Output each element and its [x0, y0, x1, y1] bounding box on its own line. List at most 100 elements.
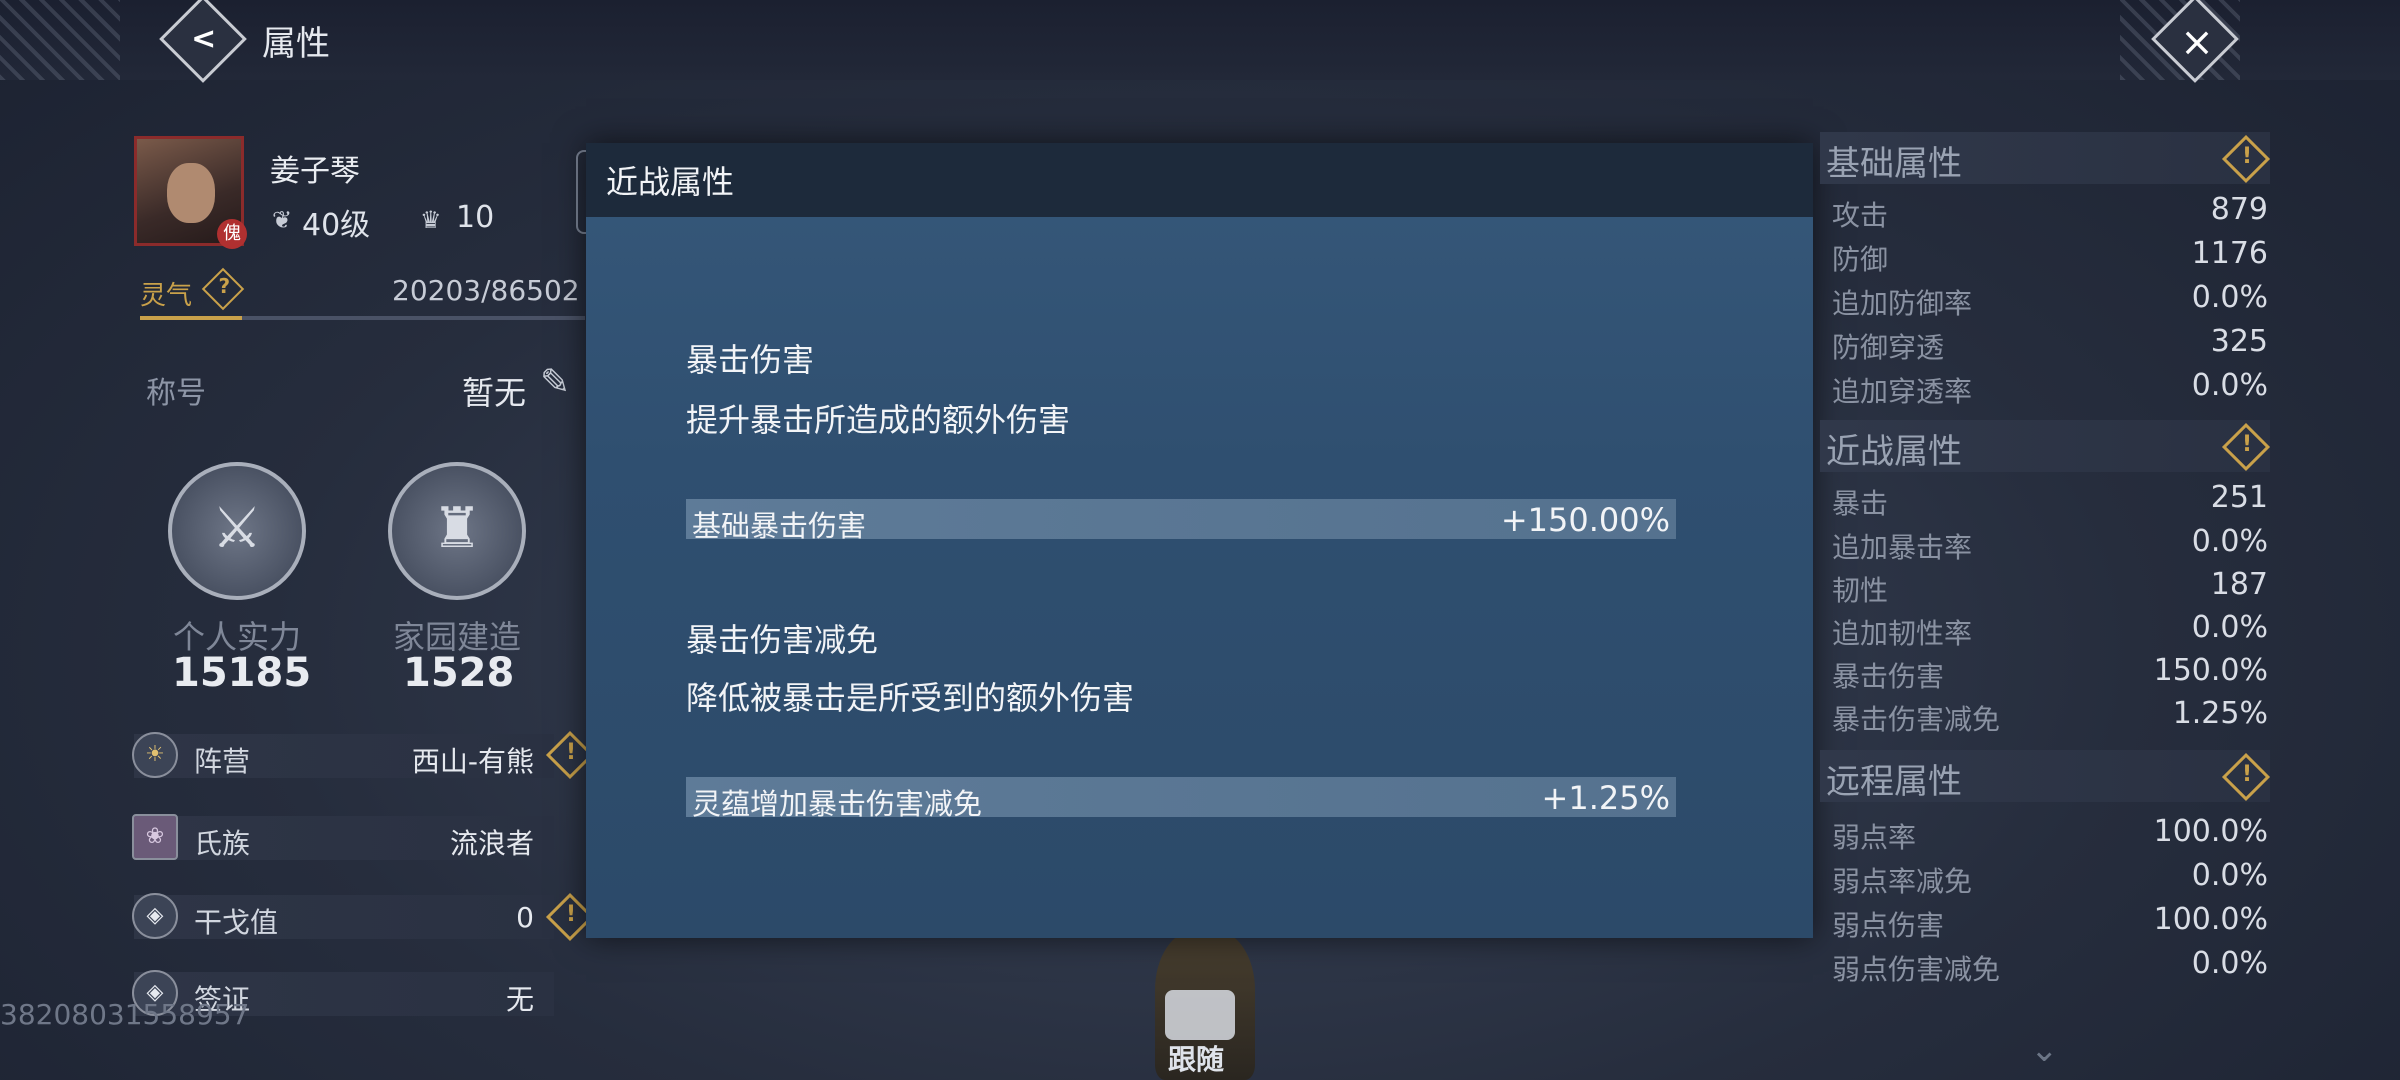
attr-value: 187	[2210, 567, 2268, 602]
crit-damage-title: 暴击伤害	[686, 341, 815, 379]
base-crit-damage-bar: 基础暴击伤害 +150.00%	[686, 499, 1676, 543]
chevron-left-icon: <	[191, 21, 217, 57]
close-icon: ×	[2180, 19, 2214, 66]
attr-row: 追加暴击率 0.0%	[1832, 524, 2268, 564]
attr-value: 0.0%	[2191, 858, 2268, 893]
crit-reduction-desc: 降低被暴击是所受到的额外伤害	[686, 679, 1135, 717]
edit-title-icon[interactable]: ✎	[540, 362, 570, 403]
attr-row: 追加防御率 0.0%	[1832, 280, 2268, 320]
attr-value: 150.0%	[2153, 653, 2268, 688]
stat-value: +1.25%	[1541, 779, 1670, 817]
player-id: 38208031558957	[0, 998, 250, 1031]
lingqi-help-button[interactable]: ?	[201, 267, 245, 311]
attr-value: 1.25%	[2172, 696, 2268, 731]
war-value-icon: ◈	[132, 893, 178, 939]
level-icon: ❦	[272, 206, 293, 234]
visa-value: 无	[505, 983, 534, 1016]
crit-reduction-title: 暴击伤害减免	[686, 621, 879, 659]
attr-value: 251	[2210, 480, 2268, 515]
attr-label: 追加穿透率	[1832, 375, 1973, 408]
chevron-down-icon: ⌄	[2030, 1030, 2059, 1070]
exclamation-icon: !	[2242, 432, 2253, 458]
crit-reduction-bar: 灵蕴增加暴击伤害减免 +1.25%	[686, 777, 1676, 821]
popup-title: 近战属性	[606, 163, 735, 201]
attr-value: 0.0%	[2191, 368, 2268, 403]
attr-row: 防御 1176	[1832, 236, 2268, 276]
follow-label: 跟随	[1168, 1043, 1225, 1076]
war-value-label: 干戈值	[194, 906, 279, 939]
war-value-value: 0	[516, 901, 534, 934]
swords-icon: ⚔	[211, 496, 263, 561]
follow-button[interactable]	[1165, 990, 1235, 1040]
title-value: 暂无	[462, 374, 527, 412]
attr-row: 弱点伤害减免 0.0%	[1832, 946, 2268, 986]
clan-value: 流浪者	[449, 827, 534, 860]
homeland-emblem[interactable]: ♜	[388, 462, 526, 600]
top-bar	[0, 0, 2400, 80]
basic-attr-title: 基础属性	[1826, 144, 1962, 184]
attr-row: 弱点伤害 100.0%	[1832, 902, 2268, 942]
attr-row: 暴击伤害 150.0%	[1832, 653, 2268, 693]
exclamation-icon: !	[2242, 762, 2253, 788]
page-title: 属性	[262, 24, 330, 64]
title-label: 称号	[146, 376, 206, 411]
faction-row[interactable]: ☀ 阵营 西山-有熊	[132, 732, 554, 778]
attr-row: 追加穿透率 0.0%	[1832, 368, 2268, 408]
attr-label: 暴击伤害	[1832, 660, 1945, 693]
attr-label: 弱点伤害减免	[1832, 953, 2001, 986]
homeland-value: 1528	[403, 650, 515, 696]
ranged-attr-title: 远程属性	[1826, 762, 1962, 802]
attr-row: 韧性 187	[1832, 567, 2268, 607]
attr-value: 0.0%	[2191, 610, 2268, 645]
attr-label: 防御穿透	[1832, 331, 1945, 364]
exclamation-icon: !	[2242, 144, 2253, 170]
attr-label: 韧性	[1832, 574, 1889, 607]
attr-label: 攻击	[1832, 199, 1889, 232]
attr-label: 弱点伤害	[1832, 909, 1945, 942]
clan-label: 氏族	[194, 827, 251, 860]
faction-icon: ☀	[132, 732, 178, 778]
attr-label: 防御	[1832, 243, 1889, 276]
avatar[interactable]: 傀	[134, 136, 247, 249]
attr-row: 防御穿透 325	[1832, 324, 2268, 364]
ornament-left	[0, 0, 120, 80]
attr-row: 暴击伤害减免 1.25%	[1832, 696, 2268, 736]
lingqi-label: 灵气	[140, 281, 193, 311]
attr-value: 0.0%	[2191, 524, 2268, 559]
avatar-face	[167, 163, 215, 223]
player-rank: 10	[456, 200, 495, 235]
lingqi-progress-bar	[140, 316, 585, 320]
stat-label: 灵蕴增加暴击伤害减免	[692, 787, 983, 821]
attr-label: 暴击伤害减免	[1832, 703, 2001, 736]
attr-value: 1176	[2191, 236, 2268, 271]
strength-emblem[interactable]: ⚔	[168, 462, 306, 600]
strength-value: 15185	[172, 650, 312, 696]
attr-row: 暴击 251	[1832, 480, 2268, 520]
attr-row: 攻击 879	[1832, 192, 2268, 232]
attr-label: 弱点率	[1832, 821, 1917, 854]
stat-label: 基础暴击伤害	[692, 509, 867, 543]
lingqi-value: 20203/86502	[392, 274, 580, 307]
attr-row: 弱点率减免 0.0%	[1832, 858, 2268, 898]
attr-label: 暴击	[1832, 487, 1889, 520]
player-name: 姜子琴	[270, 154, 360, 189]
attr-value: 0.0%	[2191, 946, 2268, 981]
attr-value: 325	[2210, 324, 2268, 359]
war-value-row[interactable]: ◈ 干戈值 0	[132, 893, 554, 939]
exclamation-icon: !	[566, 740, 577, 766]
attr-label: 追加暴击率	[1832, 531, 1973, 564]
clan-icon: ❀	[132, 814, 178, 860]
attr-label: 追加韧性率	[1832, 617, 1973, 650]
popup-header: 近战属性	[586, 143, 1813, 217]
attr-row: 弱点率 100.0%	[1832, 814, 2268, 854]
attr-label: 弱点率减免	[1832, 865, 1973, 898]
crit-damage-desc: 提升暴击所造成的额外伤害	[686, 401, 1071, 439]
castle-icon: ♜	[431, 496, 483, 561]
faction-label: 阵营	[194, 745, 251, 778]
question-icon: ?	[218, 274, 231, 299]
faction-value: 西山-有熊	[411, 745, 534, 778]
attr-value: 0.0%	[2191, 280, 2268, 315]
exclamation-icon: !	[566, 902, 577, 928]
clan-row[interactable]: ❀ 氏族 流浪者	[132, 814, 554, 860]
melee-attr-popup: 近战属性 暴击伤害 提升暴击所造成的额外伤害 基础暴击伤害 +150.00% 暴…	[586, 143, 1813, 938]
